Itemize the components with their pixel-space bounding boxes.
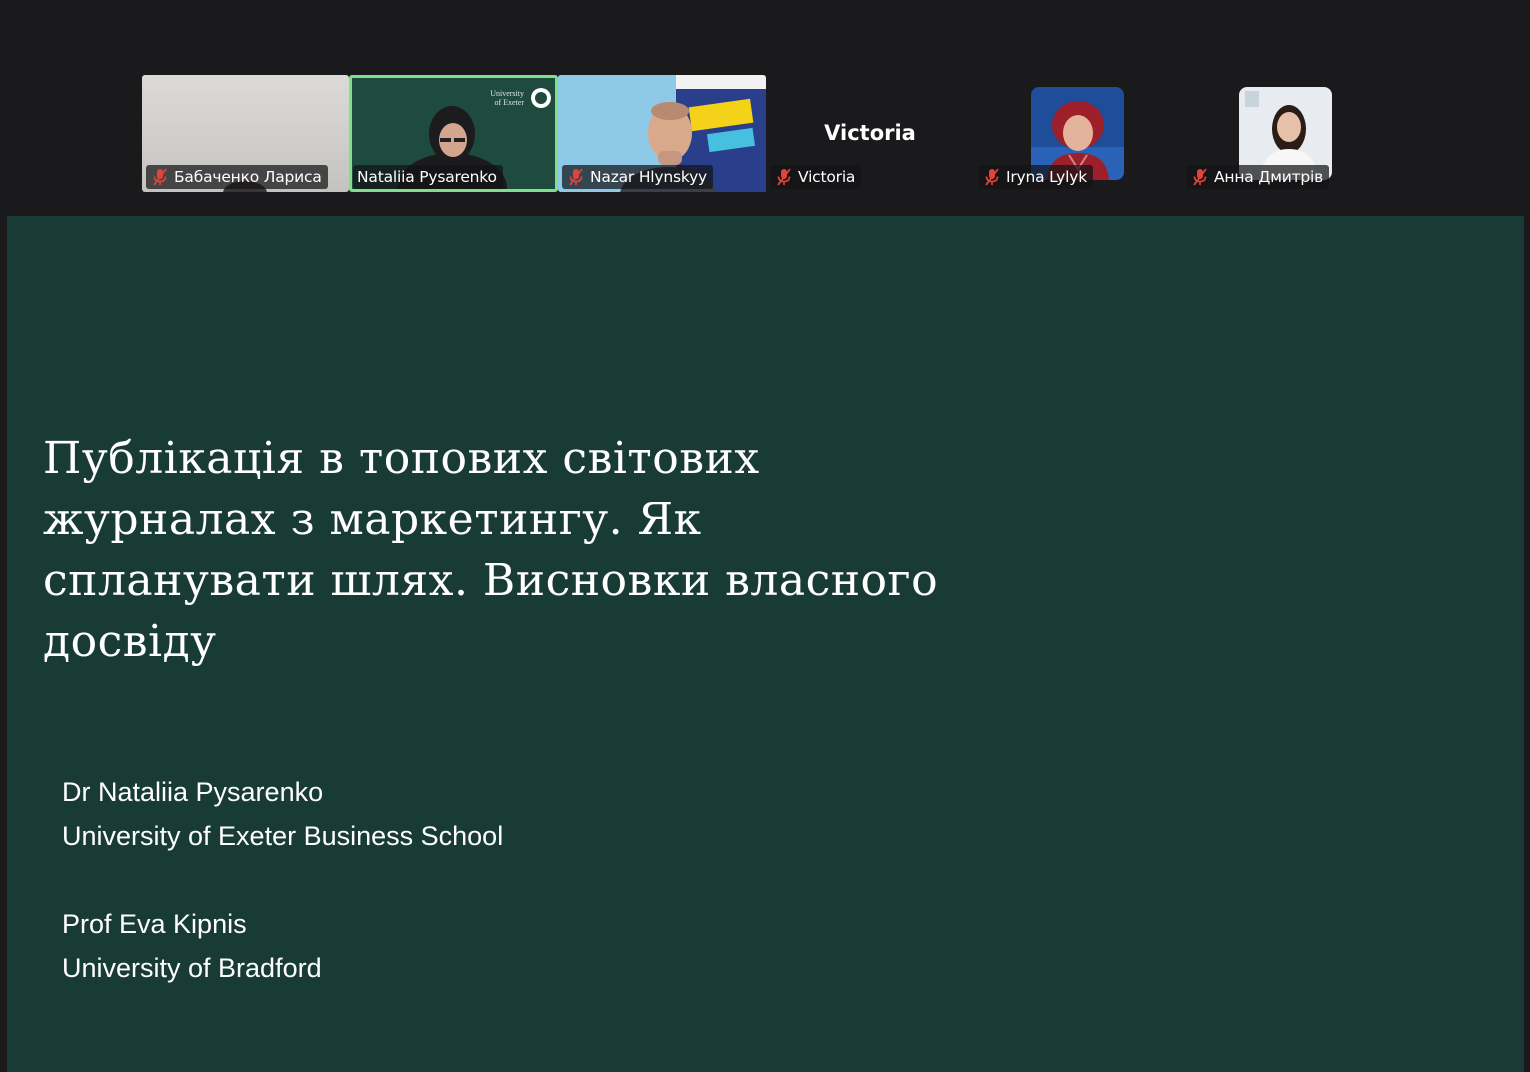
mic-muted-icon <box>985 168 999 186</box>
participant-name-tag: Бабаченко Лариса <box>146 165 328 189</box>
participant-tile[interactable]: Victoria Victoria <box>766 75 974 192</box>
author-block: Prof Eva Kipnis University of Bradford <box>62 902 322 990</box>
author-affiliation: University of Exeter Business School <box>62 821 504 851</box>
participant-name: Анна Дмитрів <box>1214 168 1324 186</box>
participant-name-tag: Iryna Lylyk <box>978 165 1094 189</box>
svg-text:University: University <box>490 89 524 98</box>
meeting-window: Бабаченко Лариса University of Exeter Na… <box>0 0 1530 1072</box>
mic-muted-icon <box>153 168 167 186</box>
mic-muted-icon <box>569 168 583 186</box>
shared-screen-slide[interactable]: Публікація в топових світових журналах з… <box>7 216 1524 1072</box>
author-affiliation: University of Bradford <box>62 953 322 983</box>
author-name: Prof Eva Kipnis <box>62 909 247 939</box>
participant-name-tag: Nazar Hlynskyy <box>562 165 714 189</box>
participant-name: Бабаченко Лариса <box>174 168 322 186</box>
participant-name-tag: Nataliia Pysarenko <box>353 165 503 189</box>
participant-tile[interactable]: Анна Дмитрів <box>1182 75 1390 192</box>
participant-name: Iryna Lylyk <box>1006 168 1088 186</box>
mic-muted-icon <box>777 168 791 186</box>
slide-title: Публікація в топових світових журналах з… <box>43 433 939 667</box>
participant-tile[interactable]: Nazar Hlynskyy <box>558 75 766 192</box>
participant-name-tag: Анна Дмитрів <box>1186 165 1330 189</box>
participant-name-tag: Victoria <box>770 165 862 189</box>
participant-name: Nataliia Pysarenko <box>357 168 497 186</box>
svg-text:of Exeter: of Exeter <box>494 98 524 107</box>
author-block: Dr Nataliia Pysarenko University of Exet… <box>62 770 503 858</box>
participant-tile[interactable]: Бабаченко Лариса <box>142 75 349 192</box>
participant-name: Nazar Hlynskyy <box>590 168 708 186</box>
author-name: Dr Nataliia Pysarenko <box>62 777 324 807</box>
participant-tile[interactable]: Iryna Lylyk <box>974 75 1182 192</box>
participant-name: Victoria <box>798 168 856 186</box>
mic-muted-icon <box>1193 168 1207 186</box>
participant-display-name: Victoria <box>824 121 916 145</box>
participant-tile-active-speaker[interactable]: University of Exeter Nataliia Pysarenko <box>349 75 558 192</box>
participant-strip: Бабаченко Лариса University of Exeter Na… <box>0 0 1530 216</box>
